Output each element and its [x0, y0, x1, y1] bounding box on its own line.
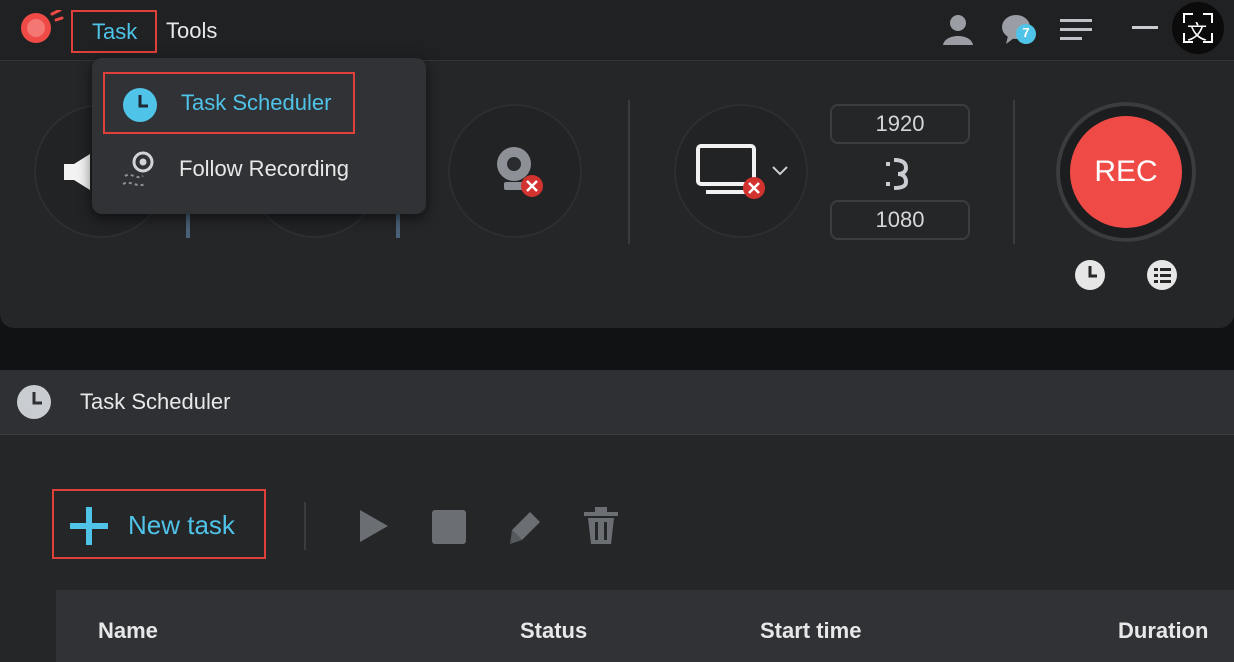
column-header-status[interactable]: Status: [520, 618, 587, 644]
divider: [1013, 100, 1015, 244]
width-input[interactable]: 1920: [830, 104, 970, 144]
translate-button[interactable]: 文: [1172, 2, 1224, 54]
height-value: 1080: [875, 207, 925, 232]
speaker-icon: [64, 154, 94, 195]
screen-button[interactable]: [674, 104, 808, 238]
webcam-off-icon: [490, 144, 546, 205]
link-ratio-icon[interactable]: [884, 156, 916, 197]
message-icon[interactable]: 7: [1000, 12, 1040, 53]
webcam-button[interactable]: [448, 104, 582, 238]
height-input[interactable]: 1080: [830, 200, 970, 240]
plus-icon: [70, 507, 108, 550]
menu-item-task-scheduler[interactable]: Task Scheduler: [103, 72, 355, 134]
new-task-button[interactable]: New task: [52, 489, 266, 559]
speaker-level-bar: [186, 210, 190, 238]
toolbar-divider: [304, 502, 306, 550]
column-header-name[interactable]: Name: [98, 618, 158, 644]
task-table-header: [56, 590, 1234, 662]
follow-recording-icon: [121, 150, 159, 195]
menu-item-follow-recording[interactable]: Follow Recording: [103, 142, 413, 198]
edit-icon[interactable]: [506, 508, 544, 546]
menu-task[interactable]: Task: [71, 10, 157, 53]
task-dropdown-menu: Task Scheduler Follow Recording: [92, 58, 426, 214]
trash-icon[interactable]: [582, 506, 620, 546]
play-icon[interactable]: [356, 508, 392, 544]
scheduler-clock-icon: [16, 384, 52, 425]
column-header-start-time[interactable]: Start time: [760, 618, 861, 644]
account-icon[interactable]: [940, 11, 976, 52]
notification-count: 7: [1022, 25, 1030, 40]
stop-icon[interactable]: [430, 508, 468, 546]
column-header-duration[interactable]: Duration: [1118, 618, 1208, 644]
hamburger-menu-icon[interactable]: [1060, 15, 1092, 50]
task-scheduler-window: Task Scheduler New task Name Status Star…: [0, 370, 1234, 662]
divider: [628, 100, 630, 244]
title-bar: Task Tools 7 文: [0, 0, 1234, 61]
new-task-label: New task: [128, 510, 235, 540]
screen-off-icon: [696, 144, 766, 209]
rec-button-ring: REC: [1056, 102, 1196, 242]
width-value: 1920: [875, 111, 925, 136]
menu-item-label: Follow Recording: [179, 156, 349, 181]
chevron-down-icon[interactable]: [772, 164, 788, 182]
scheduler-header: Task Scheduler: [0, 370, 1234, 435]
schedule-clock-icon[interactable]: [1073, 258, 1107, 297]
recording-list-icon[interactable]: [1145, 258, 1179, 297]
menu-item-label: Task Scheduler: [181, 90, 332, 115]
menu-tools-label: Tools: [166, 18, 218, 43]
microphone-level-bar: [396, 210, 400, 238]
scheduler-title: Task Scheduler: [80, 389, 231, 414]
app-logo: [16, 8, 64, 51]
menu-tools[interactable]: Tools: [166, 10, 236, 53]
translate-glyph: 文: [1187, 20, 1207, 44]
menu-task-label: Task: [92, 19, 138, 44]
rec-label: REC: [1094, 155, 1158, 188]
rec-button[interactable]: REC: [1070, 116, 1182, 228]
minimize-icon[interactable]: [1132, 26, 1158, 29]
clock-icon: [121, 86, 159, 129]
